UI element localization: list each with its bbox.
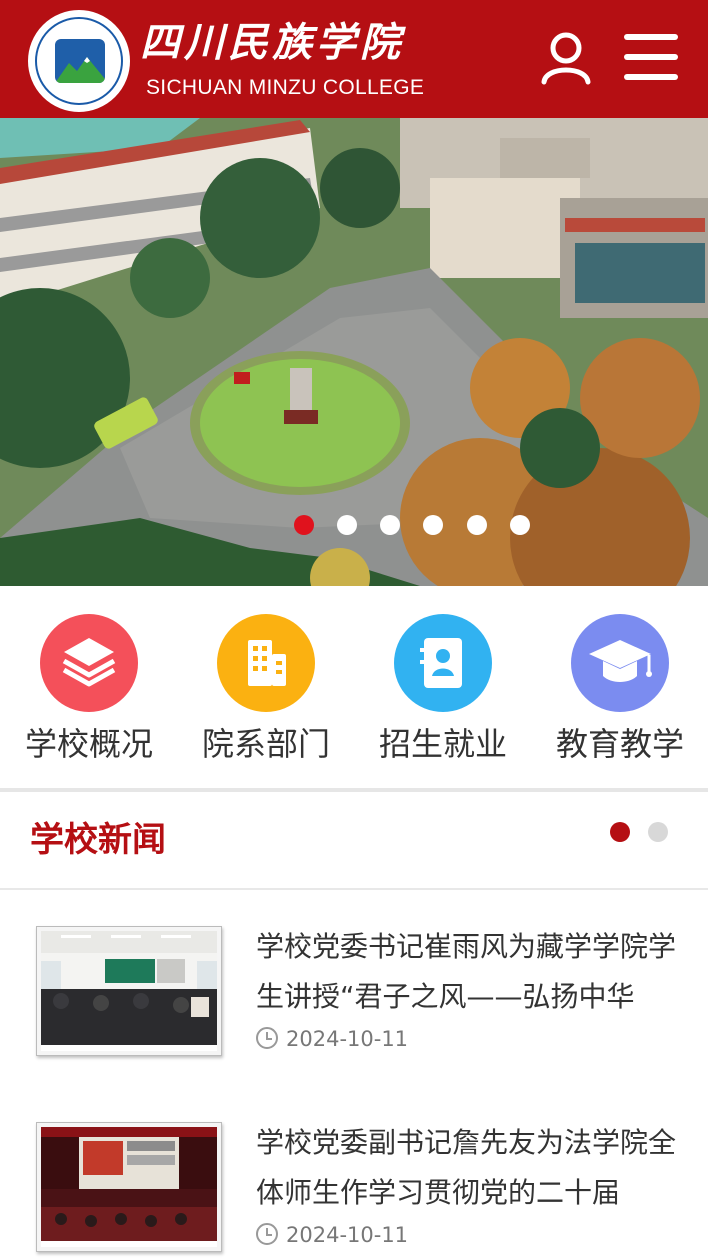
nav-education-teaching[interactable]: 教育教学 <box>535 614 705 784</box>
news-section-header: 学校新闻 <box>0 792 708 890</box>
news-title[interactable]: 学校党委书记崔雨风为藏学学院学生讲授“君子之风——弘扬中华 <box>256 922 696 1022</box>
college-name-english: SICHUAN MINZU COLLEGE <box>146 76 425 99</box>
news-date: 2024-10-11 <box>256 1220 408 1250</box>
carousel-dot[interactable] <box>294 515 314 535</box>
carousel-dot[interactable] <box>380 515 400 535</box>
layers-icon <box>40 614 138 712</box>
news-title[interactable]: 学校党委副书记詹先友为法学院全体师生作学习贯彻党的二十届 <box>256 1118 696 1218</box>
carousel-indicators <box>0 515 708 539</box>
nav-departments[interactable]: 院系部门 <box>181 614 351 784</box>
menu-icon[interactable] <box>620 28 682 86</box>
news-item[interactable]: 学校党委副书记詹先友为法学院全体师生作学习贯彻党的二十届 2024-10-11 <box>0 1122 708 1259</box>
college-seal-logo[interactable] <box>28 10 130 112</box>
graduation-cap-icon <box>571 614 669 712</box>
seal-mountain-emblem <box>55 39 105 83</box>
nav-label: 院系部门 <box>201 725 330 763</box>
news-date: 2024-10-11 <box>256 1024 408 1054</box>
carousel-dot[interactable] <box>510 515 530 535</box>
hero-banner-carousel[interactable] <box>0 118 708 586</box>
college-name: 四川民族学院 <box>140 19 404 66</box>
quick-nav: 学校概况 院系部门 招生就业 教育教学 <box>0 586 708 790</box>
news-item[interactable]: 学校党委书记崔雨风为藏学学院学生讲授“君子之风——弘扬中华 2024-10-11 <box>0 926 708 1076</box>
news-thumbnail <box>36 1122 222 1252</box>
carousel-dot[interactable] <box>467 515 487 535</box>
news-page-dot-active[interactable] <box>610 822 630 842</box>
news-date-text: 2024-10-11 <box>286 1027 409 1051</box>
nav-label: 教育教学 <box>555 725 684 763</box>
carousel-dot[interactable] <box>423 515 443 535</box>
section-title: 学校新闻 <box>30 820 166 860</box>
carousel-dot[interactable] <box>337 515 357 535</box>
news-thumbnail <box>36 926 222 1056</box>
nav-label: 学校概况 <box>24 725 153 763</box>
user-icon[interactable] <box>538 30 594 86</box>
news-date-text: 2024-10-11 <box>286 1223 409 1247</box>
nav-label: 招生就业 <box>378 725 507 763</box>
contact-card-icon <box>394 614 492 712</box>
clock-icon <box>256 1223 278 1245</box>
site-header: 四川民族学院 SICHUAN MINZU COLLEGE <box>0 0 708 118</box>
building-icon <box>217 614 315 712</box>
news-page-dot[interactable] <box>648 822 668 842</box>
clock-icon <box>256 1027 278 1049</box>
nav-school-overview[interactable]: 学校概况 <box>4 614 174 784</box>
nav-admissions-employment[interactable]: 招生就业 <box>358 614 528 784</box>
